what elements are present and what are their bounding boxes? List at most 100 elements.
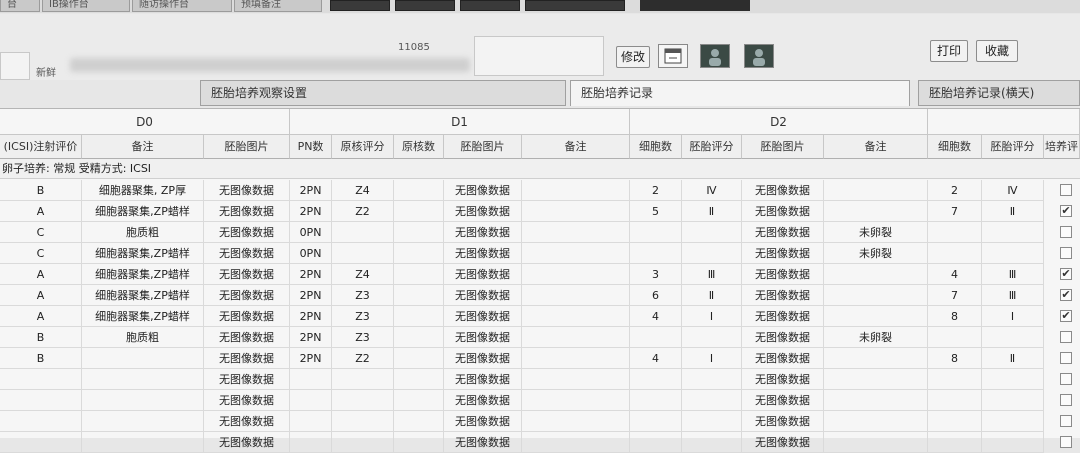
cell-cells2[interactable] [630, 369, 682, 390]
cell-score3[interactable] [982, 411, 1044, 432]
partner-photo-icon[interactable] [744, 44, 774, 68]
cell-score3[interactable] [982, 390, 1044, 411]
cell-pn[interactable]: 2PN [290, 348, 332, 369]
cell-img0[interactable]: 无图像数据 [204, 243, 290, 264]
cell-note[interactable] [82, 390, 204, 411]
cell-cells2[interactable]: 3 [630, 264, 682, 285]
cell-img2[interactable]: 无图像数据 [742, 201, 824, 222]
cell-pn[interactable]: 0PN [290, 243, 332, 264]
cell-note2[interactable] [824, 285, 928, 306]
culture-checkbox[interactable]: ✔ [1060, 289, 1072, 301]
menu-tab-followup[interactable]: 随访操作台 [132, 0, 232, 12]
calendar-icon[interactable] [658, 44, 688, 68]
cell-empty[interactable] [522, 369, 630, 390]
cell-pn-score[interactable] [332, 243, 394, 264]
cell-empty[interactable] [522, 222, 630, 243]
culture-checkbox[interactable] [1060, 247, 1072, 259]
toolbar-button-2[interactable] [395, 0, 455, 11]
cell-img0[interactable]: 无图像数据 [204, 264, 290, 285]
cell-empty[interactable] [522, 180, 630, 201]
cell-img2[interactable]: 无图像数据 [742, 264, 824, 285]
cell-img2[interactable]: 无图像数据 [742, 327, 824, 348]
cell-note2[interactable]: 未卵裂 [824, 327, 928, 348]
cell-img2[interactable]: 无图像数据 [742, 306, 824, 327]
cell-score3[interactable]: Ⅲ [982, 264, 1044, 285]
cell-grade[interactable]: A [0, 306, 82, 327]
cell-img0[interactable]: 无图像数据 [204, 369, 290, 390]
cell-note2[interactable] [824, 390, 928, 411]
cell-score2[interactable]: Ⅱ [682, 201, 742, 222]
cell-note2[interactable] [824, 306, 928, 327]
cell-note[interactable] [82, 369, 204, 390]
cell-img1[interactable]: 无图像数据 [444, 180, 522, 201]
cell-empty[interactable] [394, 201, 444, 222]
cell-note[interactable]: 细胞器聚集,ZP蜡样 [82, 201, 204, 222]
cell-note[interactable]: 胞质粗 [82, 327, 204, 348]
cell-pn[interactable]: 2PN [290, 264, 332, 285]
cell-empty[interactable] [522, 201, 630, 222]
cell-img1[interactable]: 无图像数据 [444, 411, 522, 432]
cell-pn-score[interactable]: Z3 [332, 327, 394, 348]
cell-cells3[interactable] [928, 243, 982, 264]
cell-cells3[interactable]: 4 [928, 264, 982, 285]
cell-note[interactable]: 细胞器聚集,ZP蜡样 [82, 285, 204, 306]
culture-checkbox[interactable] [1060, 226, 1072, 238]
cell-note2[interactable] [824, 411, 928, 432]
cell-cells2[interactable] [630, 411, 682, 432]
cell-note[interactable]: 细胞器聚集,ZP蜡样 [82, 264, 204, 285]
tab-culture-record[interactable]: 胚胎培养记录 [570, 80, 910, 106]
cell-pn[interactable]: 2PN [290, 201, 332, 222]
toolbar-button-4[interactable] [525, 0, 625, 11]
cell-empty[interactable] [394, 432, 444, 453]
cell-img0[interactable]: 无图像数据 [204, 390, 290, 411]
modify-button[interactable]: 修改 [616, 46, 650, 68]
cell-note2[interactable]: 未卵裂 [824, 243, 928, 264]
culture-checkbox[interactable] [1060, 394, 1072, 406]
cell-img2[interactable]: 无图像数据 [742, 222, 824, 243]
cell-pn-score[interactable]: Z3 [332, 306, 394, 327]
cell-empty[interactable] [394, 243, 444, 264]
cell-score2[interactable]: Ⅳ [682, 180, 742, 201]
cell-img2[interactable]: 无图像数据 [742, 180, 824, 201]
menu-tab-ib[interactable]: IB操作台 [42, 0, 130, 12]
cell-img0[interactable]: 无图像数据 [204, 222, 290, 243]
cell-cells3[interactable] [928, 390, 982, 411]
cell-img0[interactable]: 无图像数据 [204, 348, 290, 369]
cell-cells2[interactable] [630, 222, 682, 243]
cell-img0[interactable]: 无图像数据 [204, 306, 290, 327]
cell-img0[interactable]: 无图像数据 [204, 327, 290, 348]
cell-img0[interactable]: 无图像数据 [204, 201, 290, 222]
cell-grade[interactable] [0, 369, 82, 390]
cell-img1[interactable]: 无图像数据 [444, 390, 522, 411]
cell-grade[interactable]: A [0, 285, 82, 306]
cell-cells3[interactable]: 2 [928, 180, 982, 201]
cell-img1[interactable]: 无图像数据 [444, 327, 522, 348]
cell-score3[interactable] [982, 327, 1044, 348]
toolbar-button-1[interactable] [330, 0, 390, 11]
cell-note2[interactable]: 未卵裂 [824, 222, 928, 243]
cell-score3[interactable] [982, 243, 1044, 264]
culture-checkbox[interactable]: ✔ [1060, 268, 1072, 280]
cell-empty[interactable] [522, 432, 630, 453]
cell-pn-score[interactable] [332, 222, 394, 243]
cell-note2[interactable] [824, 201, 928, 222]
cell-pn[interactable]: 2PN [290, 306, 332, 327]
culture-checkbox[interactable] [1060, 415, 1072, 427]
cell-grade[interactable]: A [0, 264, 82, 285]
cell-pn[interactable] [290, 432, 332, 453]
cell-img2[interactable]: 无图像数据 [742, 390, 824, 411]
cell-cells3[interactable] [928, 327, 982, 348]
cell-score2[interactable] [682, 432, 742, 453]
cell-score3[interactable] [982, 432, 1044, 453]
cell-grade[interactable] [0, 411, 82, 432]
cell-score2[interactable]: Ⅱ [682, 285, 742, 306]
cell-score3[interactable]: Ⅱ [982, 201, 1044, 222]
cell-note[interactable]: 胞质粗 [82, 222, 204, 243]
cell-note[interactable] [82, 411, 204, 432]
cell-cells2[interactable]: 5 [630, 201, 682, 222]
cell-empty[interactable] [394, 411, 444, 432]
cell-empty[interactable] [522, 264, 630, 285]
cell-cells3[interactable] [928, 411, 982, 432]
cell-empty[interactable] [394, 222, 444, 243]
cell-img2[interactable]: 无图像数据 [742, 411, 824, 432]
